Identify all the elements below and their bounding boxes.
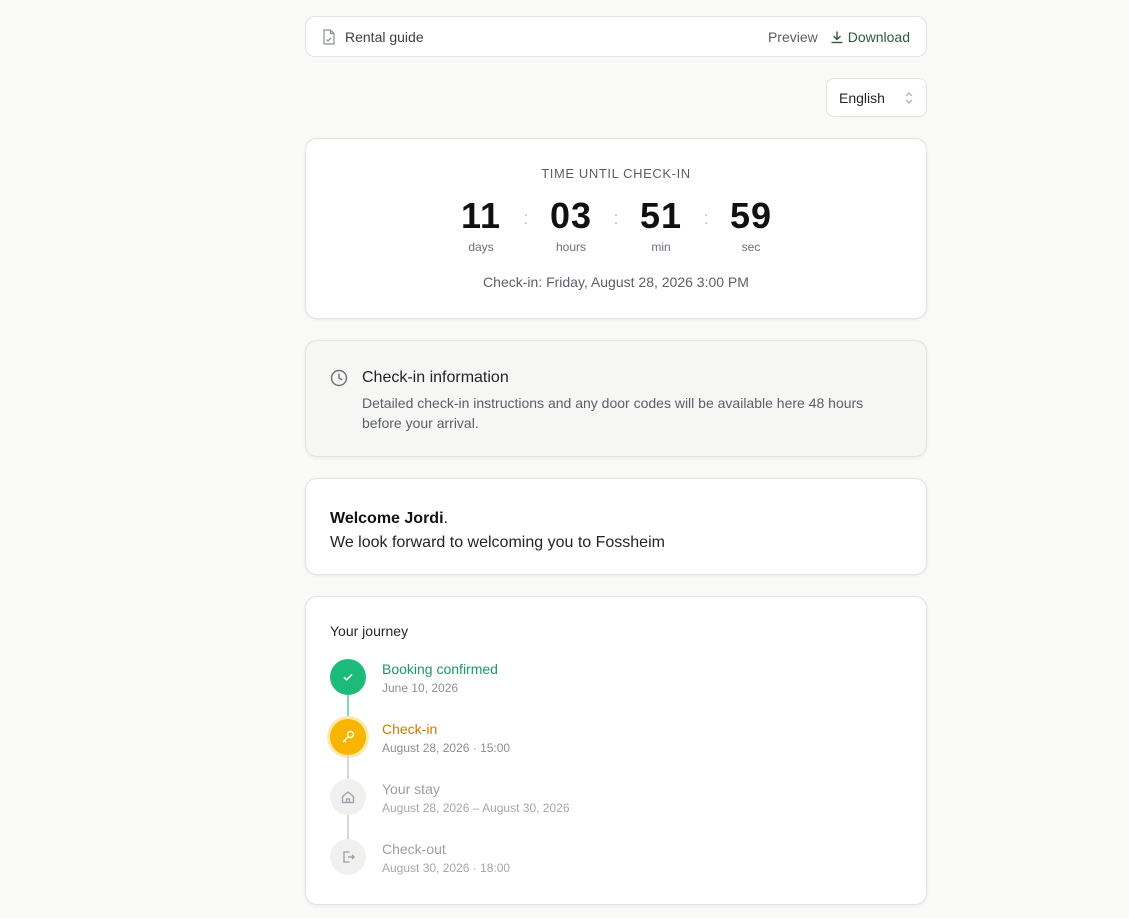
hours-label: hours [555,240,587,254]
countdown-timer: 11 days : 03 hours : 51 min : 59 sec [306,195,926,255]
checkin-info-description: Detailed check-in instructions and any d… [362,395,864,431]
minutes-unit: 51 min [630,195,692,255]
step-name: Your stay [382,781,440,797]
exit-icon [343,851,355,863]
days-value: 11 [460,195,502,236]
countdown-card: TIME UNTIL CHECK-IN 11 days : 03 hours :… [305,138,927,319]
download-label: Download [847,28,910,45]
journey-step-your-stay: Your stay August 28, 2026 – August 30, 2… [330,779,902,839]
journey-step-booking-confirmed: Booking confirmed June 10, 2026 [330,659,902,719]
timer-separator: : [703,208,709,228]
step-status-dot [330,659,366,695]
timer-separator: : [613,208,619,228]
journey-steps: Booking confirmed June 10, 2026 Check-in… [330,659,902,899]
step-date: June 10, 2026 [382,681,459,695]
language-selected: English [839,89,885,106]
language-select[interactable]: English [826,78,927,117]
journey-card: Your journey Booking confirmed June 10, … [305,596,927,905]
step-status-dot [330,839,366,875]
clock-icon [330,369,348,387]
timer-separator: : [523,208,529,228]
journey-step-check-in: Check-in August 28, 2026 · 15:00 [330,719,902,779]
document-icon [322,28,336,45]
days-unit: 11 days [450,195,512,255]
welcome-message: We look forward to welcoming you to Foss… [330,534,665,551]
seconds-value: 59 [729,195,773,236]
journey-title: Your journey [330,623,409,639]
welcome-line: Welcome Jordi. [330,507,902,531]
welcome-card: Welcome Jordi. We look forward to welcom… [305,478,927,575]
days-label: days [468,240,494,254]
chevron-updown-icon [904,90,914,106]
checkin-info-heading: Check-in information [362,369,509,386]
step-status-dot [330,779,366,815]
minutes-value: 51 [639,195,683,236]
step-connector [347,755,349,779]
step-name: Booking confirmed [382,661,498,677]
download-icon [831,31,843,43]
step-connector [347,695,349,719]
check-icon [343,673,353,681]
guide-topbar: Rental guide Preview Download [305,16,927,57]
welcome-greeting-suffix: . [443,510,448,527]
step-date: August 28, 2026 · 15:00 [382,741,511,755]
step-date: August 28, 2026 – August 30, 2026 [382,801,570,815]
step-date: August 30, 2026 · 18:00 [382,861,511,875]
checkin-info-card: Check-in information Detailed check-in i… [305,340,927,457]
step-name: Check-out [382,841,446,857]
step-connector [347,815,349,839]
hours-unit: 03 hours [540,195,602,255]
seconds-label: sec [741,240,761,254]
countdown-label: TIME UNTIL CHECK-IN [541,166,691,181]
minutes-label: min [651,240,671,254]
step-status-dot [330,719,366,755]
preview-button[interactable]: Preview [768,29,818,45]
welcome-greeting: Welcome Jordi [330,510,444,527]
guide-title: Rental guide [345,28,424,45]
hours-value: 03 [549,195,593,236]
step-name: Check-in [382,721,438,737]
home-icon [341,791,355,804]
key-icon [342,730,355,743]
download-button[interactable]: Download [830,29,910,45]
checkin-datetime: Check-in: Friday, August 28, 2026 3:00 P… [483,274,749,290]
seconds-unit: 59 sec [720,195,782,255]
journey-step-check-out: Check-out August 30, 2026 · 18:00 [330,839,902,899]
